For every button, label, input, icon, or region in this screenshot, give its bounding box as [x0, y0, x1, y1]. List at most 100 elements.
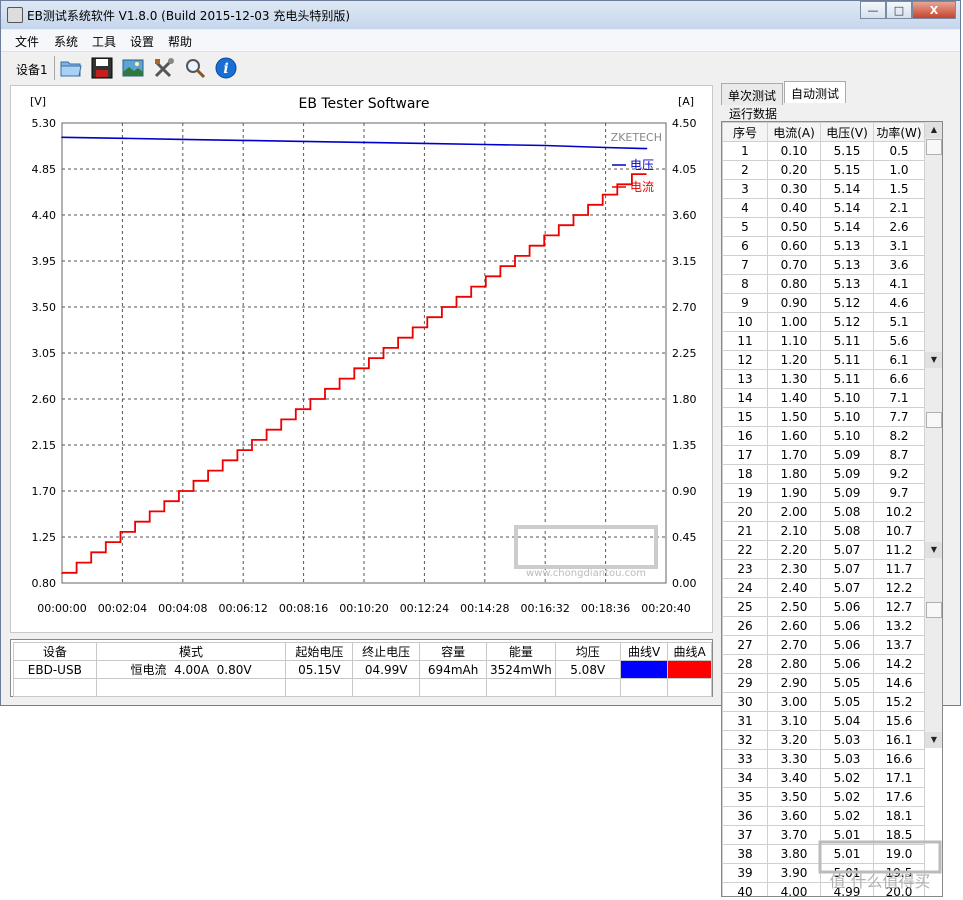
- table-cell: 12: [722, 350, 768, 370]
- table-cell: 5.05: [820, 692, 874, 712]
- y-left-tick-label: 2.60: [32, 393, 57, 406]
- current-point: [258, 439, 260, 441]
- close-button[interactable]: X: [912, 1, 956, 19]
- save-icon[interactable]: [89, 55, 115, 81]
- menu-tools[interactable]: 工具: [92, 33, 116, 50]
- table-row[interactable]: 20 2.00 5.08 10.2: [722, 502, 925, 522]
- table-row[interactable]: 16 1.60 5.10 8.2: [722, 426, 925, 446]
- tab-single-test[interactable]: 单次测试: [721, 83, 784, 105]
- table-row[interactable]: 32 3.20 5.03 16.1: [722, 730, 925, 750]
- scroll-down-arrow-icon[interactable]: ▼: [925, 352, 942, 368]
- tab-auto-test[interactable]: 自动测试: [784, 81, 847, 103]
- table-cell: 5.12: [820, 293, 874, 313]
- table-cell: 14: [722, 388, 768, 408]
- table-cell: 2.20: [767, 540, 821, 560]
- table-cell: 4.1: [873, 274, 925, 294]
- table-cell: 5: [722, 217, 768, 237]
- search-icon[interactable]: [182, 55, 208, 81]
- table-row[interactable]: 15 1.50 5.10 7.7: [722, 407, 925, 427]
- table-row[interactable]: 23 2.30 5.07 11.7: [722, 559, 925, 579]
- image-icon[interactable]: [120, 55, 146, 81]
- table-row[interactable]: 11 1.10 5.11 5.6: [722, 331, 925, 351]
- grid-scrollbar[interactable]: ▼: [924, 558, 942, 748]
- table-row[interactable]: 30 3.00 5.05 15.2: [722, 692, 925, 712]
- table-cell: 16.6: [873, 749, 925, 769]
- curve-a-swatch[interactable]: [667, 660, 712, 679]
- table-row[interactable]: 21 2.10 5.08 10.7: [722, 521, 925, 541]
- table-row[interactable]: 18 1.80 5.09 9.2: [722, 464, 925, 484]
- table-row[interactable]: 12 1.20 5.11 6.1: [722, 350, 925, 370]
- table-row[interactable]: 10 1.00 5.12 5.1: [722, 312, 925, 332]
- menu-system[interactable]: 系统: [54, 33, 78, 50]
- device-selector[interactable]: 设备1: [16, 61, 48, 78]
- table-cell: 5.08: [820, 521, 874, 541]
- scroll-thumb[interactable]: [926, 139, 942, 155]
- scroll-down-arrow-icon[interactable]: ▼: [925, 542, 942, 558]
- table-row[interactable]: 27 2.70 5.06 13.7: [722, 635, 925, 655]
- curve-v-swatch[interactable]: [619, 660, 669, 679]
- maximize-button[interactable]: □: [886, 1, 912, 19]
- minimize-button[interactable]: —: [860, 1, 886, 19]
- table-row[interactable]: 4 0.40 5.14 2.1: [722, 198, 925, 218]
- voltage-point: [544, 144, 546, 147]
- table-row[interactable]: 5 0.50 5.14 2.6: [722, 217, 925, 237]
- table-row[interactable]: 9 0.90 5.12 4.6: [722, 293, 925, 313]
- run-data-grid: 序号 电流(A) 电压(V) 功率(W) 1 0.10 5.15 0.5 2 0.20 5.…: [721, 121, 943, 897]
- tools-icon[interactable]: [151, 55, 177, 81]
- menu-settings[interactable]: 设置: [130, 33, 154, 50]
- table-row[interactable]: 29 2.90 5.05 14.6: [722, 673, 925, 693]
- table-cell: 17.6: [873, 787, 925, 807]
- table-cell: 3.10: [767, 711, 821, 731]
- table-row[interactable]: 17 1.70 5.09 8.7: [722, 445, 925, 465]
- current-point: [565, 224, 567, 226]
- table-row[interactable]: 7 0.70 5.13 3.6: [722, 255, 925, 275]
- toolbar-separator: [54, 56, 55, 80]
- summary-row[interactable]: EBD-USB 恒电流 4.00A 0.80V 05.15V 04.99V 69…: [13, 660, 712, 679]
- table-row[interactable]: 13 1.30 5.11 6.6: [722, 369, 925, 389]
- menu-file[interactable]: 文件: [15, 33, 39, 50]
- y-right-tick-label: 4.05: [672, 163, 697, 176]
- table-cell: 5.10: [820, 407, 874, 427]
- chart: EB Tester Software [V] [A] ZKETECH 5.30 4.85 4…: [30, 95, 697, 615]
- table-cell: 12.2: [873, 578, 925, 598]
- y-left-tick-label: 4.40: [32, 209, 57, 222]
- table-cell: 31: [722, 711, 768, 731]
- x-tick-label: 00:12:24: [400, 602, 449, 615]
- table-cell: 36: [722, 806, 768, 826]
- scroll-up-arrow-icon[interactable]: ▲: [925, 122, 942, 138]
- table-cell: 3.30: [767, 749, 821, 769]
- table-row[interactable]: 1 0.10 5.15 0.5: [722, 141, 925, 161]
- table-cell: 2.80: [767, 654, 821, 674]
- table-row[interactable]: 6 0.60 5.13 3.1: [722, 236, 925, 256]
- table-row[interactable]: 25 2.50 5.06 12.7: [722, 597, 925, 617]
- table-row[interactable]: 35 3.50 5.02 17.6: [722, 787, 925, 807]
- table-row[interactable]: 24 2.40 5.07 12.2: [722, 578, 925, 598]
- table-row[interactable]: 3 0.30 5.14 1.5: [722, 179, 925, 199]
- table-row[interactable]: 2 0.20 5.15 1.0: [722, 160, 925, 180]
- table-row[interactable]: 28 2.80 5.06 14.2: [722, 654, 925, 674]
- scroll-down-arrow-icon[interactable]: ▼: [925, 732, 942, 748]
- table-row[interactable]: 22 2.20 5.07 11.2: [722, 540, 925, 560]
- table-row[interactable]: 26 2.60 5.06 13.2: [722, 616, 925, 636]
- folder-icon[interactable]: [58, 55, 84, 81]
- table-cell: 5.13: [820, 274, 874, 294]
- summary-end-voltage: 04.99V: [352, 660, 421, 679]
- grid-scrollbar[interactable]: ▲ ▼: [924, 122, 942, 368]
- menu-help[interactable]: 帮助: [168, 33, 192, 50]
- table-row[interactable]: 36 3.60 5.02 18.1: [722, 806, 925, 826]
- grid-scrollbar[interactable]: ▼: [924, 368, 942, 558]
- table-row[interactable]: 31 3.10 5.04 15.6: [722, 711, 925, 731]
- scroll-thumb[interactable]: [926, 602, 942, 618]
- table-row[interactable]: 14 1.40 5.10 7.1: [722, 388, 925, 408]
- table-row[interactable]: 8 0.80 5.13 4.1: [722, 274, 925, 294]
- summary-table: 设备 模式 起始电压 终止电压 容量 能量 均压 曲线V 曲线A EBD-USB…: [10, 639, 713, 697]
- table-cell: 12.7: [873, 597, 925, 617]
- scroll-thumb[interactable]: [926, 412, 942, 428]
- info-icon[interactable]: i: [213, 55, 239, 81]
- current-point: [331, 388, 333, 390]
- table-row[interactable]: 34 3.40 5.02 17.1: [722, 768, 925, 788]
- table-row[interactable]: 33 3.30 5.03 16.6: [722, 749, 925, 769]
- table-row[interactable]: 19 1.90 5.09 9.7: [722, 483, 925, 503]
- y-right-tick-label: 2.70: [672, 301, 697, 314]
- table-cell: 5.15: [820, 141, 874, 161]
